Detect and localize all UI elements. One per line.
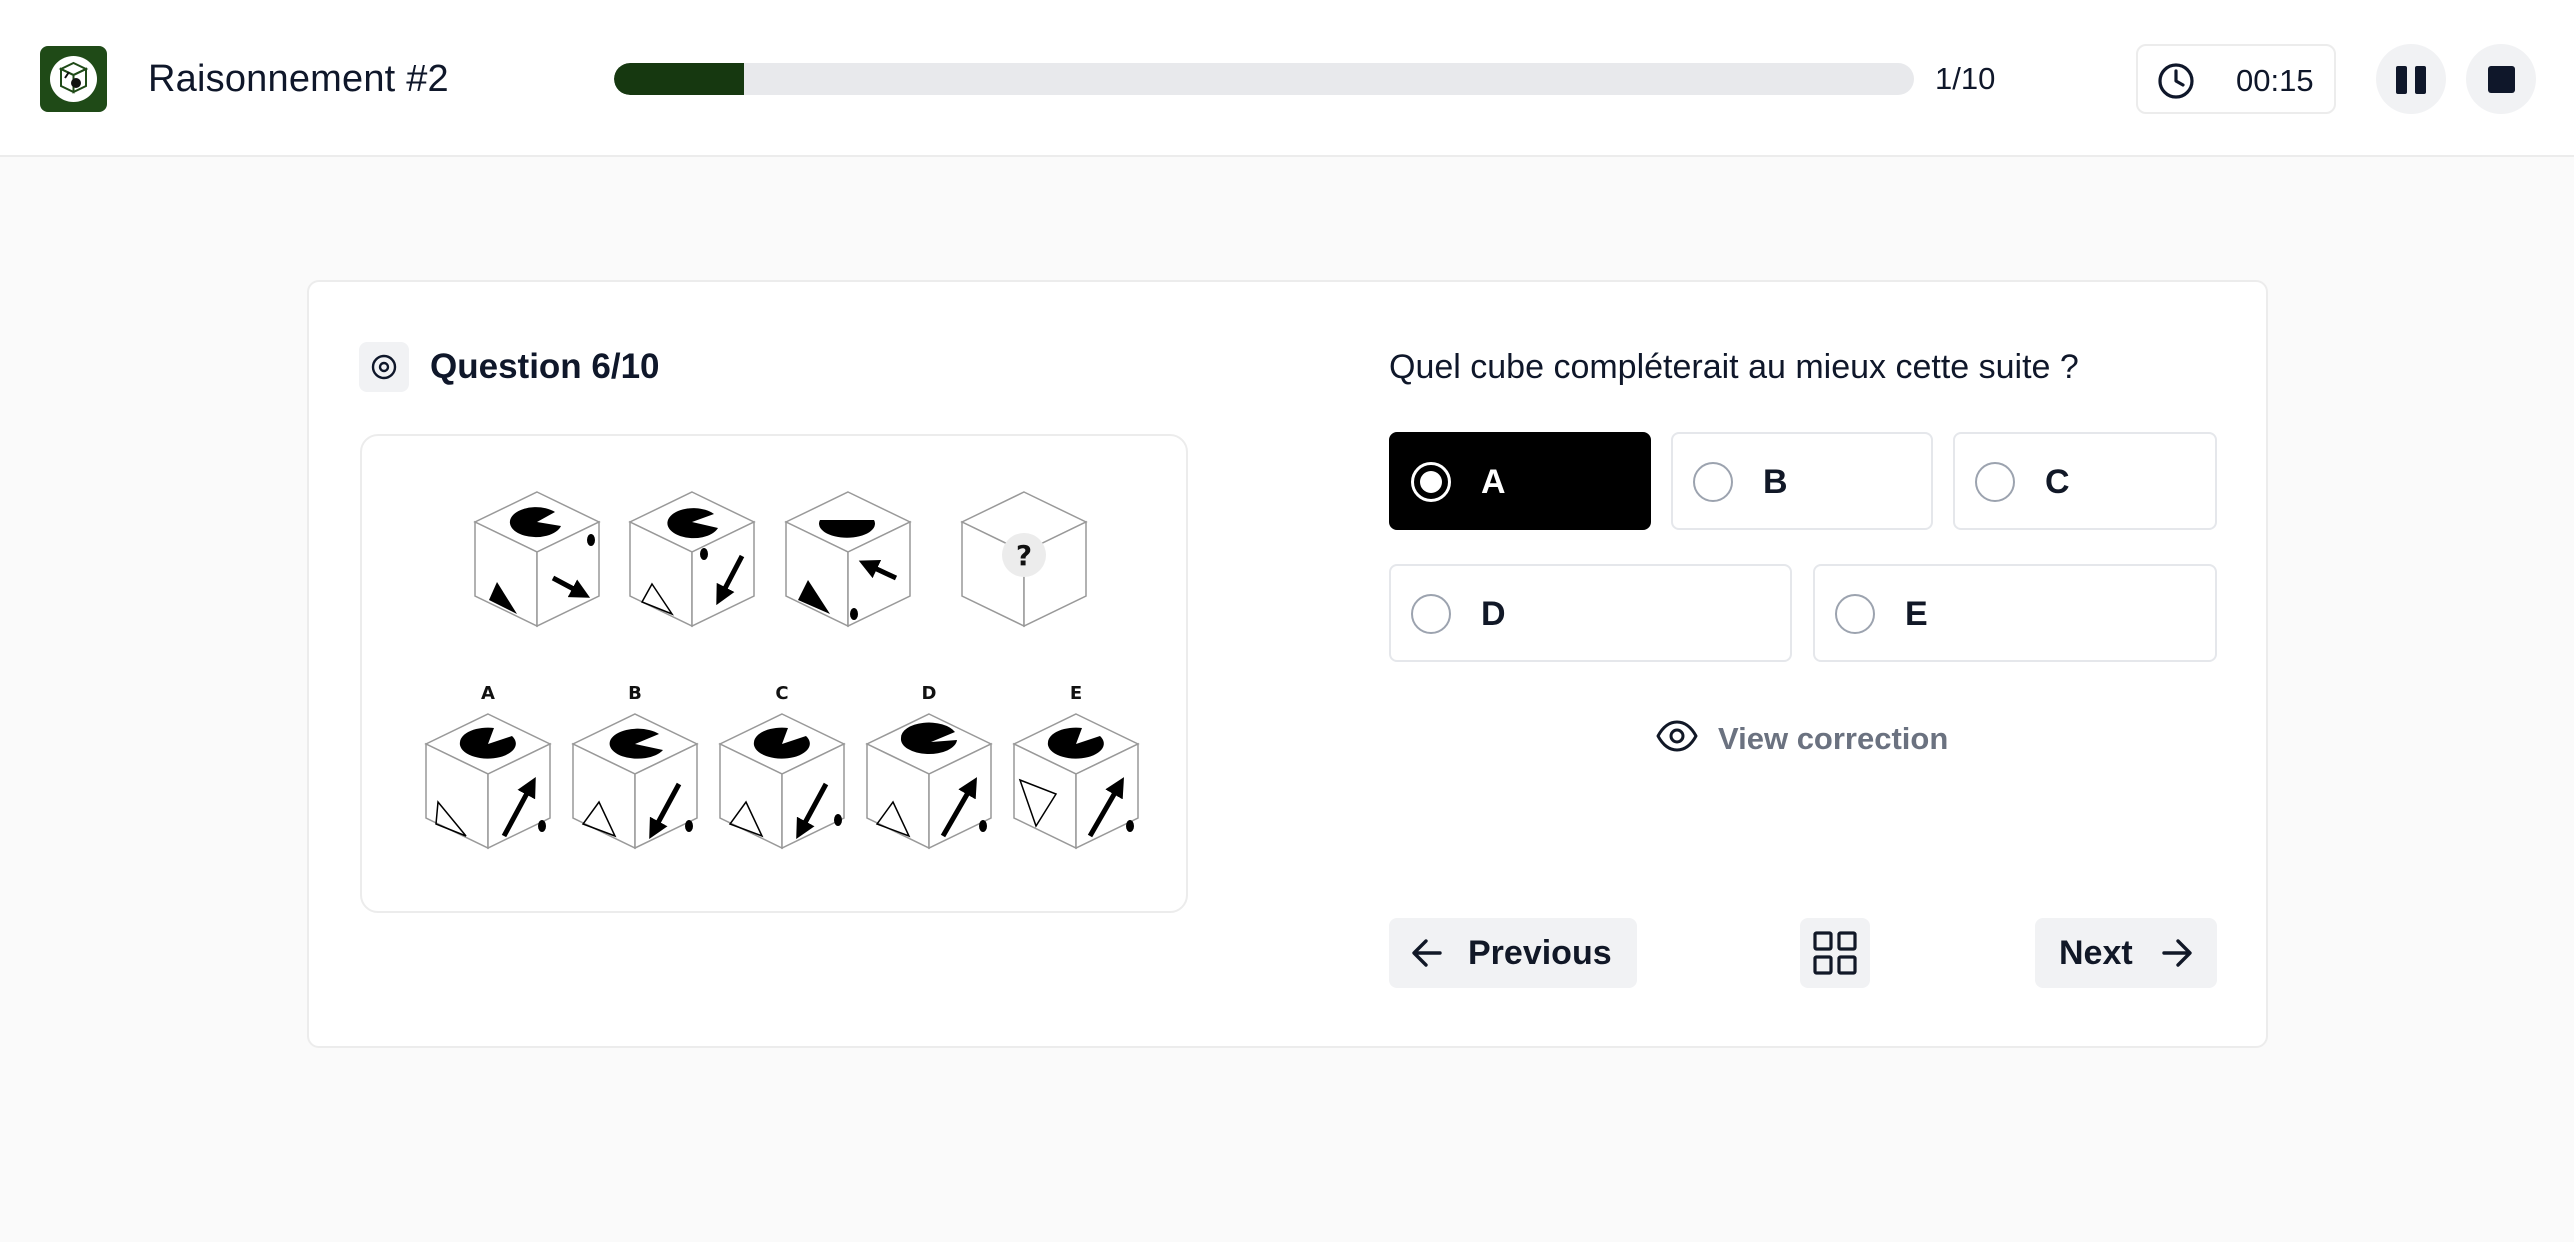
figure-letter-d: D <box>922 683 937 704</box>
figure-letter-e: E <box>1070 683 1082 704</box>
pause-button[interactable] <box>2376 44 2446 114</box>
option-cube-d <box>865 713 993 850</box>
option-c-label: C <box>2045 463 2070 501</box>
radio-d[interactable] <box>1411 594 1451 634</box>
arrow-left-icon <box>1412 939 1442 967</box>
radio-b[interactable] <box>1693 462 1733 502</box>
figure-letter-c: C <box>775 683 788 704</box>
option-d-label: D <box>1481 595 1506 633</box>
radio-c[interactable] <box>1975 462 2015 502</box>
question-figure: ? A B C D E <box>360 434 1188 913</box>
option-cube-c <box>718 713 846 850</box>
sequence-cube-1 <box>473 491 601 628</box>
previous-label: Previous <box>1468 934 1612 972</box>
option-cube-e <box>1012 713 1140 850</box>
stop-icon <box>2488 66 2515 93</box>
radio-a[interactable] <box>1411 462 1451 502</box>
option-e[interactable]: E <box>1813 564 2217 662</box>
unknown-mark: ? <box>1016 539 1032 572</box>
arrow-right-icon <box>2162 939 2192 967</box>
next-button[interactable]: Next <box>2035 918 2217 988</box>
option-a-label: A <box>1481 463 1506 501</box>
option-c[interactable]: C <box>1953 432 2217 530</box>
target-icon <box>359 342 409 392</box>
figure-letter-b: B <box>628 683 642 704</box>
cube-puzzle-image: ? A B C D E <box>424 491 1140 850</box>
option-cube-b <box>571 713 699 850</box>
option-b[interactable]: B <box>1671 432 1933 530</box>
question-grid-button[interactable] <box>1800 918 1870 988</box>
sequence-cube-2 <box>628 491 756 628</box>
sequence-cube-unknown: ? <box>960 491 1088 628</box>
previous-button[interactable]: Previous <box>1389 918 1637 988</box>
timer-value: 00:15 <box>2236 63 2314 98</box>
figure-letter-a: A <box>481 683 495 704</box>
next-label: Next <box>2059 934 2133 972</box>
progress-count: 1/10 <box>1935 61 1996 96</box>
option-a[interactable]: A <box>1389 432 1651 530</box>
stop-button[interactable] <box>2466 44 2536 114</box>
progress-bar <box>614 63 1914 95</box>
option-cube-a <box>424 713 552 850</box>
test-title: Raisonnement #2 <box>148 58 449 100</box>
radio-e[interactable] <box>1835 594 1875 634</box>
question-title: Question 6/10 <box>430 347 660 386</box>
view-correction-label: View correction <box>1718 721 1949 756</box>
option-b-label: B <box>1763 463 1788 501</box>
timer: 00:15 <box>2136 44 2336 114</box>
app-logo <box>40 46 107 112</box>
eye-icon <box>1656 720 1698 752</box>
clock-icon <box>2158 63 2194 99</box>
logo-cube-icon <box>50 56 97 102</box>
option-d[interactable]: D <box>1389 564 1792 662</box>
progress-fill <box>614 63 744 95</box>
question-card: Question 6/10 ? A B C D E Quel cube comp… <box>307 280 2268 1048</box>
question-prompt: Quel cube compléterait au mieux cette su… <box>1389 348 2079 386</box>
sequence-cube-3 <box>784 491 912 628</box>
grid-icon <box>1813 931 1857 975</box>
option-e-label: E <box>1905 595 1928 633</box>
top-bar: Raisonnement #2 1/10 00:15 <box>0 0 2574 157</box>
